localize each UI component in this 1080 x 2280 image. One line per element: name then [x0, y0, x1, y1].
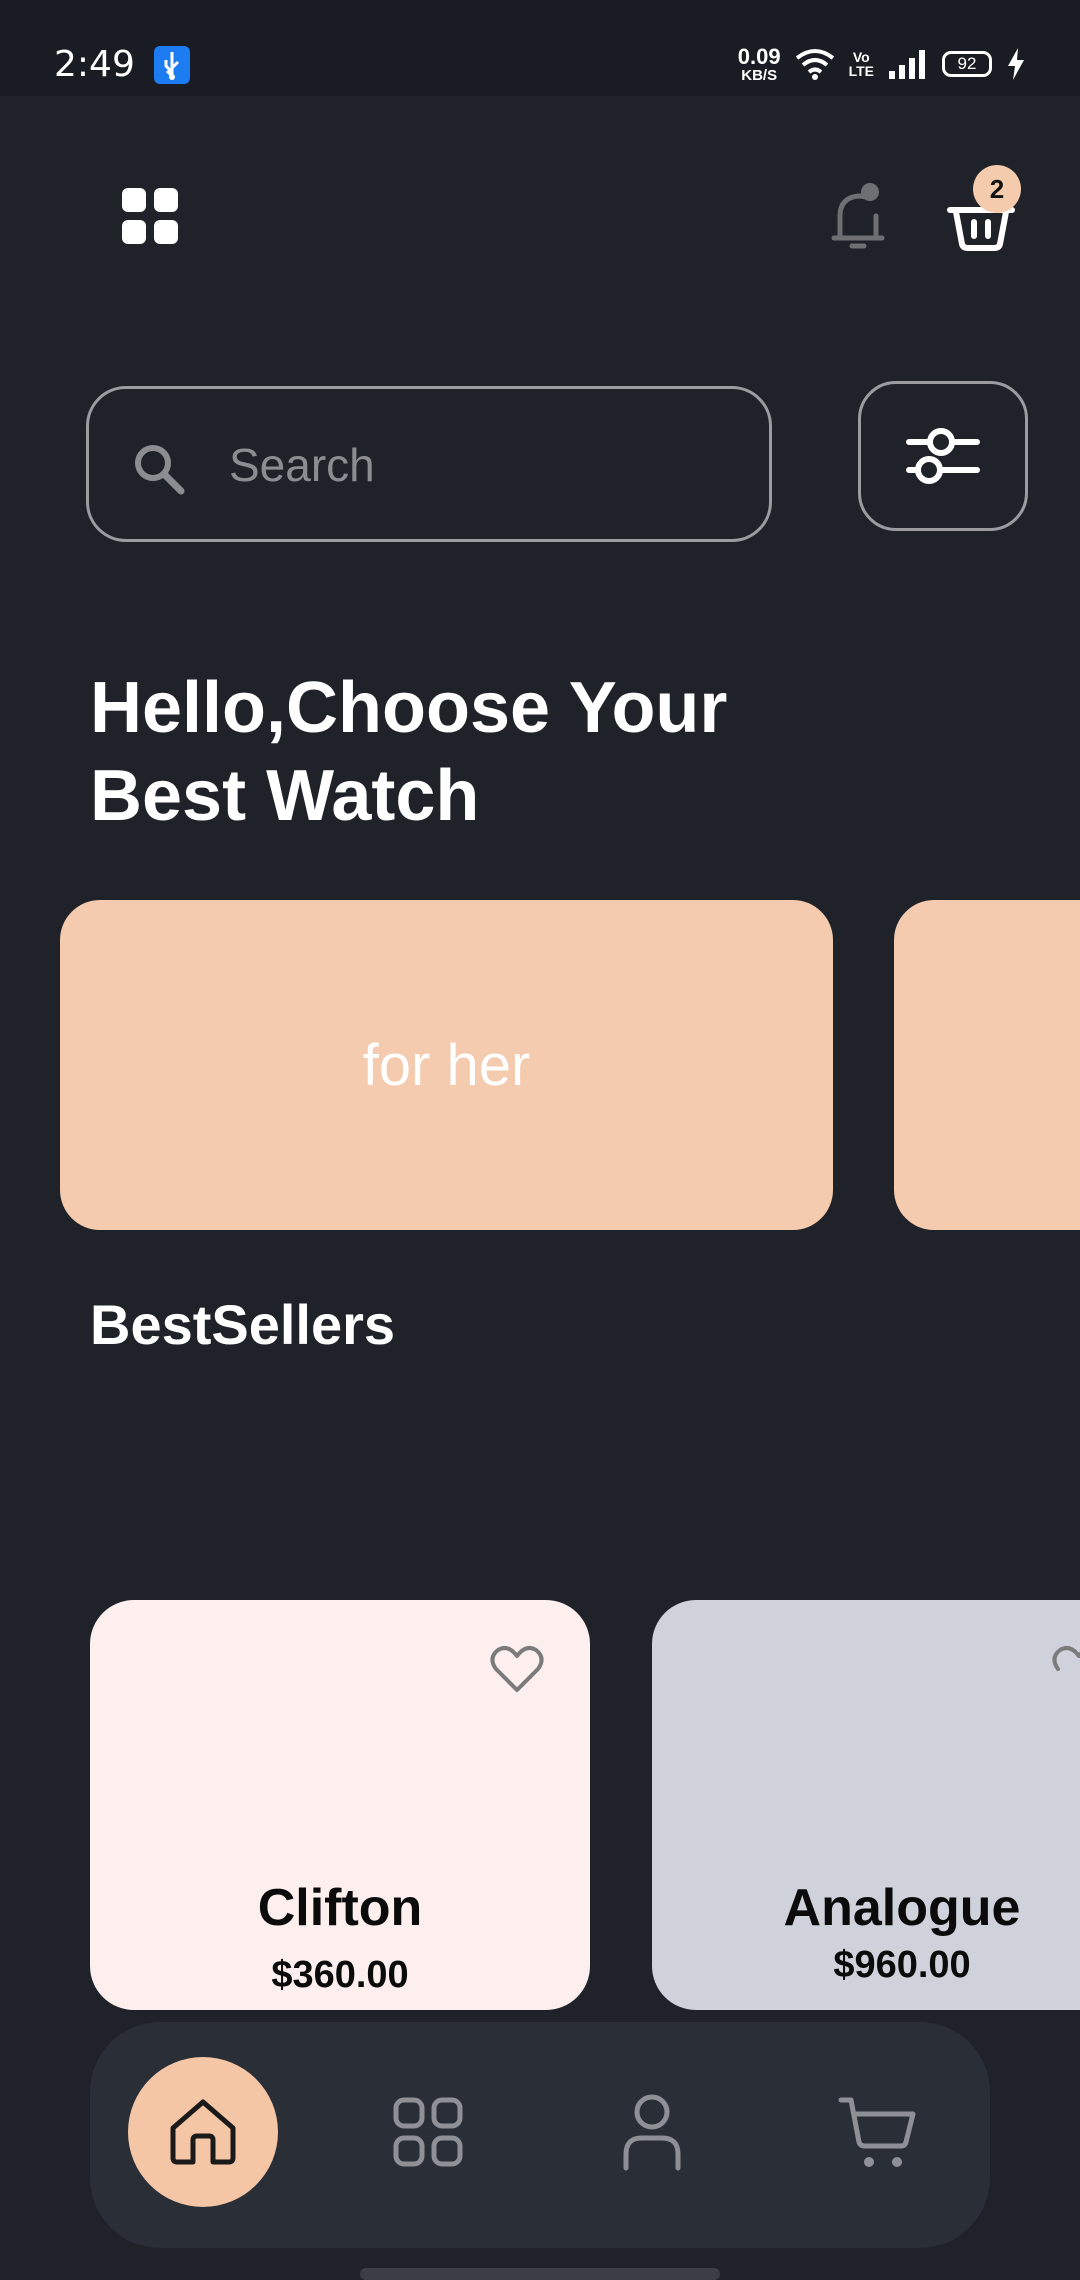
status-time: 2:49 — [54, 44, 135, 85]
heart-icon[interactable] — [490, 1644, 544, 1694]
heart-icon[interactable] — [1052, 1644, 1080, 1694]
nav-categories[interactable] — [353, 2057, 503, 2207]
filter-sliders-icon — [906, 428, 980, 484]
page-title: Hello,Choose Your Best Watch — [90, 668, 728, 836]
product-card-clifton[interactable]: Clifton $360.00 — [90, 1600, 590, 2010]
bell-icon — [831, 183, 885, 249]
cart-count-badge: 2 — [973, 165, 1021, 213]
product-name: Analogue — [783, 1879, 1021, 1937]
battery-icon: 92 — [942, 51, 992, 77]
nav-profile[interactable] — [577, 2057, 727, 2207]
notifications-button[interactable] — [820, 180, 896, 256]
grid-icon — [122, 188, 178, 244]
charging-icon — [1008, 48, 1024, 80]
product-price: $360.00 — [271, 1954, 409, 1996]
search-input[interactable] — [229, 425, 729, 505]
section-title-bestsellers: BestSellers — [90, 1293, 396, 1356]
filter-button[interactable] — [858, 381, 1028, 531]
network-speed: 0.09 KB/S — [737, 43, 781, 84]
bottom-navigation — [90, 2022, 990, 2248]
category-card-for-her[interactable]: for her — [60, 900, 833, 1230]
search-icon — [135, 445, 185, 495]
home-icon — [170, 2099, 236, 2165]
apps-icon — [393, 2097, 463, 2167]
home-indicator[interactable] — [360, 2268, 720, 2280]
volte-indicator: Vo LTE — [848, 49, 874, 79]
nav-cart[interactable] — [802, 2057, 952, 2207]
product-name: Clifton — [257, 1879, 423, 1937]
nav-home[interactable] — [128, 2057, 278, 2207]
category-label: for her — [362, 1032, 531, 1098]
cart-icon — [838, 2097, 916, 2167]
product-price: $960.00 — [833, 1944, 971, 1986]
product-card-analogue[interactable]: Analogue $960.00 — [652, 1600, 1080, 2010]
search-bar[interactable] — [86, 386, 772, 542]
wifi-icon — [795, 49, 834, 80]
user-icon — [623, 2094, 681, 2171]
signal-icon — [889, 50, 925, 79]
battery-level: 92 — [957, 54, 977, 73]
menu-button[interactable] — [120, 186, 180, 246]
status-bar: 2:49 0.09 KB/S Vo LTE 92 — [0, 0, 1080, 96]
usb-icon — [154, 46, 190, 84]
category-card-next[interactable] — [894, 900, 1080, 1230]
